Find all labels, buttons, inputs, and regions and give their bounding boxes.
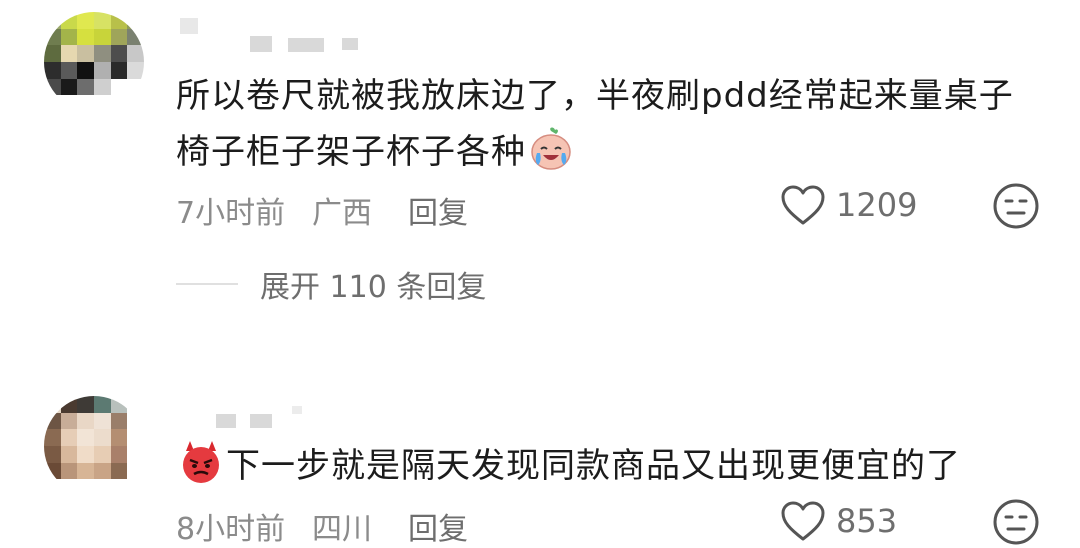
avatar[interactable] [44, 12, 144, 112]
comment-item: 所以卷尺就被我放床边了，半夜刷pdd经常起来量桌子椅子柜子架子杯子各种 7小时前… [0, 0, 1080, 370]
comment-text: 下一步就是隔天发现同款商品又出现更便宜的了 [176, 438, 1040, 494]
comment-meta: 7小时前 广西 回复 1209 [176, 183, 1040, 232]
crying-laughing-peach-emoji [531, 127, 571, 170]
avatar[interactable] [44, 396, 144, 496]
reply-button[interactable]: 回复 [408, 188, 468, 232]
unamused-face-icon[interactable] [992, 498, 1040, 546]
angry-devil-emoji [183, 441, 219, 483]
username-blurred[interactable] [176, 18, 376, 52]
heart-outline-icon [781, 185, 825, 225]
comment-text: 所以卷尺就被我放床边了，半夜刷pdd经常起来量桌子椅子柜子架子杯子各种 [176, 68, 1040, 180]
comment-item: 下一步就是隔天发现同款商品又出现更便宜的了 8小时前 四川 回复 853 [0, 370, 1080, 547]
expand-replies-label: 展开 110 条回复 [260, 270, 487, 305]
username-blurred[interactable] [176, 406, 376, 436]
expand-divider [176, 283, 238, 285]
comment-text-content: 下一步就是隔天发现同款商品又出现更便宜的了 [226, 446, 961, 486]
like-button[interactable]: 853 [780, 500, 897, 542]
reply-button[interactable]: 回复 [408, 504, 468, 548]
like-count: 1209 [836, 186, 918, 224]
heart-outline-icon [781, 501, 825, 541]
comment-time: 7小时前 [176, 196, 286, 231]
unamused-face-icon[interactable] [992, 182, 1040, 230]
comment-time: 8小时前 [176, 512, 286, 547]
comment-text-content: 所以卷尺就被我放床边了，半夜刷pdd经常起来量桌子椅子柜子架子杯子各种 [176, 76, 1014, 172]
comment-region: 广西 [312, 196, 372, 231]
comment-region: 四川 [312, 512, 372, 547]
comment-meta: 8小时前 四川 回复 853 [176, 499, 1040, 548]
like-count: 853 [836, 502, 898, 540]
like-button[interactable]: 1209 [780, 184, 917, 226]
expand-replies-button[interactable]: 展开 110 条回复 [176, 262, 486, 306]
